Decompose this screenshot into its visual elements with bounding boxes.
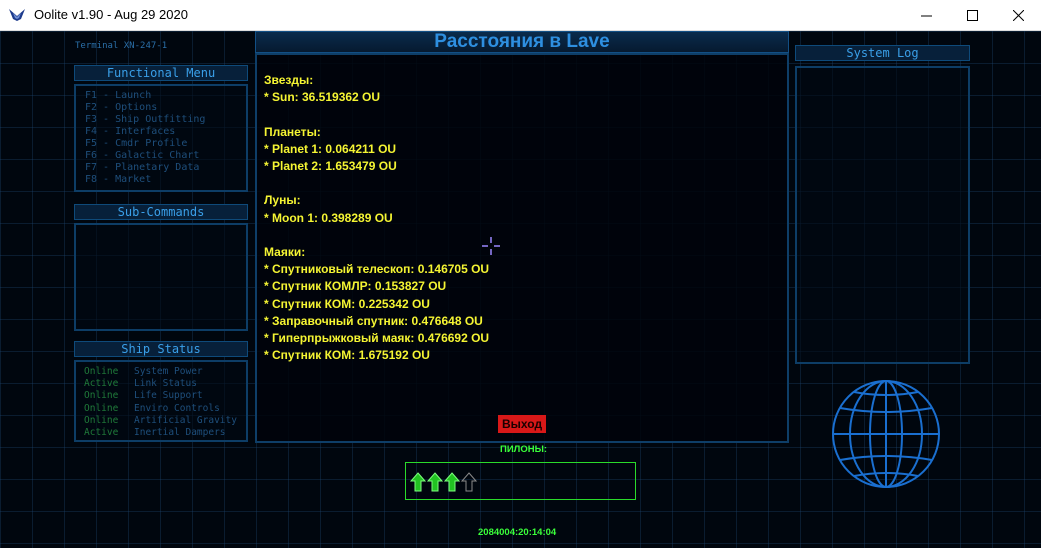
distance-line bbox=[264, 227, 489, 244]
distance-line: * Гиперпрыжковый маяк: 0.476692 OU bbox=[264, 331, 490, 345]
functional-menu-header: Functional Menu bbox=[74, 65, 248, 81]
window-titlebar: Oolite v1.90 - Aug 29 2020 bbox=[0, 0, 1041, 31]
sub-commands-panel bbox=[74, 223, 248, 331]
minimize-button[interactable] bbox=[903, 0, 949, 31]
distance-line: * Спутник КОМ: 1.675192 OU bbox=[264, 348, 430, 363]
status-name: Artificial Gravity bbox=[134, 414, 237, 426]
sub-commands-header: Sub-Commands bbox=[74, 204, 248, 220]
distance-line: Звезды: bbox=[264, 73, 314, 87]
system-log-panel bbox=[795, 66, 970, 364]
menu-item-cmdr-profile[interactable]: F5 - Cmdr Profile bbox=[85, 138, 205, 150]
status-row: Active Link Status bbox=[84, 378, 237, 390]
distance-line: Планеты: bbox=[264, 124, 321, 139]
maximize-icon bbox=[966, 10, 978, 21]
status-state: Active bbox=[84, 378, 119, 390]
maximize-button[interactable] bbox=[949, 0, 995, 31]
system-log-header: System Log bbox=[795, 45, 970, 61]
ship-status-list: Online System Power Active Link Status Onl… bbox=[84, 366, 237, 439]
page-title: Расстояния в Lave bbox=[434, 31, 610, 52]
menu-item-options[interactable]: F2 - Options bbox=[85, 102, 205, 114]
close-icon bbox=[1012, 10, 1024, 21]
functional-menu-list: F1 - Launch F2 - Options F3 - Ship Outfi… bbox=[85, 90, 205, 186]
status-state: Online bbox=[84, 366, 119, 377]
status-row: Online System Power bbox=[84, 366, 237, 378]
pylon-empty-icon bbox=[461, 472, 477, 492]
menu-item-planetary-data[interactable]: F7 - Planetary Data bbox=[85, 162, 205, 174]
status-name: Inertial Dampers bbox=[134, 427, 226, 439]
pylons-label: ПИЛОНЫ: bbox=[500, 444, 548, 455]
stardate-clock: 2084004:20:14:04 bbox=[478, 527, 557, 538]
game-viewport[interactable]: Terminal XN-247-1 Functional Menu F1 - L… bbox=[0, 31, 1041, 548]
ship-status-header: Ship Status bbox=[74, 341, 248, 357]
oolite-logo-icon bbox=[9, 9, 25, 21]
distance-line: * Planet 1: 0.064211 OU bbox=[264, 141, 397, 156]
distance-line: Маяки: bbox=[264, 244, 306, 259]
distance-line: * Sun: 36.519362 OU bbox=[264, 90, 381, 105]
distance-line: * Moon 1: 0.398289 OU bbox=[264, 210, 393, 225]
pylon-loaded-icon bbox=[410, 472, 426, 492]
menu-item-market[interactable]: F8 - Market bbox=[85, 174, 205, 186]
status-row: Online Artificial Gravity bbox=[84, 415, 237, 427]
distance-line bbox=[264, 175, 489, 192]
status-row: Online Life Support bbox=[84, 390, 237, 402]
status-row: Active Inertial Dampers bbox=[84, 427, 237, 439]
window-title: Oolite v1.90 - Aug 29 2020 bbox=[34, 7, 188, 22]
globe-icon bbox=[832, 380, 940, 488]
distance-line: * Спутник КОМ: 0.225342 OU bbox=[264, 296, 430, 311]
status-name: System Power bbox=[134, 366, 203, 377]
menu-item-interfaces[interactable]: F4 - Interfaces bbox=[85, 126, 205, 138]
status-state: Active bbox=[84, 427, 119, 439]
pylon-loaded-icon bbox=[427, 472, 443, 492]
menu-item-ship-outfitting[interactable]: F3 - Ship Outfitting bbox=[85, 114, 205, 126]
terminal-id: Terminal XN-247-1 bbox=[75, 41, 168, 51]
status-name: Enviro Controls bbox=[134, 402, 220, 414]
distances-list: Звезды: * Sun: 36.519362 OU Планеты: * P… bbox=[264, 72, 489, 364]
close-button[interactable] bbox=[995, 0, 1041, 31]
distance-line: * Заправочный спутник: 0.476648 OU bbox=[264, 313, 483, 328]
status-name: Life Support bbox=[134, 390, 203, 402]
minimize-icon bbox=[920, 15, 932, 17]
distance-line: * Спутник КОМЛР: 0.153827 OU bbox=[264, 279, 447, 294]
status-row: Online Enviro Controls bbox=[84, 403, 237, 415]
pylon-loaded-icon bbox=[444, 472, 460, 492]
menu-item-launch[interactable]: F1 - Launch bbox=[85, 90, 205, 102]
distance-line: * Planet 2: 1.653479 OU bbox=[264, 159, 397, 173]
menu-item-galactic-chart[interactable]: F6 - Galactic Chart bbox=[85, 150, 205, 162]
status-state: Online bbox=[84, 390, 119, 402]
distance-line: * Спутниковый телескоп: 0.146705 OU bbox=[264, 262, 490, 277]
crosshair-cursor-icon bbox=[482, 237, 500, 255]
distance-line bbox=[264, 106, 489, 123]
status-name: Link Status bbox=[134, 378, 197, 390]
exit-button[interactable]: Выход bbox=[498, 415, 547, 433]
status-state: Online bbox=[84, 402, 119, 414]
distance-line: Луны: bbox=[264, 193, 301, 208]
status-state: Online bbox=[84, 414, 119, 426]
